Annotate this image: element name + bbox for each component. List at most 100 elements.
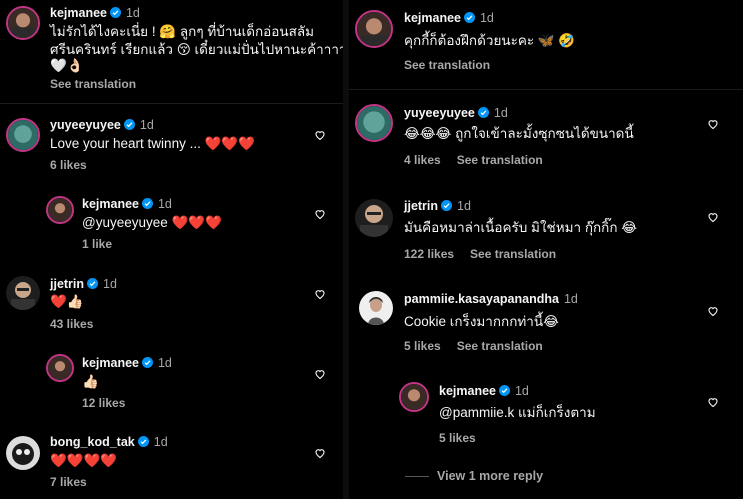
comment-username[interactable]: yuyeeyuyee xyxy=(404,106,475,120)
comment-username[interactable]: kejmanee xyxy=(82,197,139,211)
comment-username[interactable]: kejmanee xyxy=(404,11,461,25)
reply-item: kejmanee 1d @yuyeeyuyee ❤️❤️❤️ 1 like xyxy=(0,190,343,252)
avatar[interactable] xyxy=(6,118,40,152)
avatar[interactable] xyxy=(355,10,393,48)
verified-badge-icon xyxy=(477,107,489,118)
avatar-image xyxy=(6,436,40,470)
see-translation-link[interactable]: See translation xyxy=(470,247,556,261)
like-count[interactable]: 7 likes xyxy=(50,475,87,489)
like-count[interactable]: 43 likes xyxy=(50,317,93,331)
comment-text: ❤️❤️❤️❤️ xyxy=(50,453,118,468)
avatar[interactable] xyxy=(6,436,40,470)
heart-outline-icon[interactable] xyxy=(707,396,719,408)
like-count[interactable]: 5 likes xyxy=(439,431,476,445)
verified-badge-icon xyxy=(123,119,135,130)
comment-item: kejmanee 1d คุกกี้ก็ต้องฝึกด้วยนะคะ 🦋 🤣 S… xyxy=(349,0,743,86)
comment-text: @yuyeeyuyee ❤️❤️❤️ xyxy=(82,215,222,230)
see-translation-link[interactable]: See translation xyxy=(457,153,543,167)
avatar-image xyxy=(401,384,427,410)
comment-text: ❤️👍🏻 xyxy=(50,294,84,309)
comment-time[interactable]: 1d xyxy=(140,118,154,132)
heart-outline-icon[interactable] xyxy=(314,129,326,141)
comment-username[interactable]: kejmanee xyxy=(82,356,139,370)
heart-outline-icon[interactable] xyxy=(314,288,326,300)
heart-outline-icon[interactable] xyxy=(707,211,719,223)
comment-item: jjetrin 1d ❤️👍🏻 43 likes xyxy=(0,270,343,334)
thread-line xyxy=(405,476,429,478)
comment-time[interactable]: 1d xyxy=(126,6,140,20)
comment-item: pammiie.kasayapanandha 1d Cookie เกร็งมาก… xyxy=(349,282,743,358)
verified-badge-icon xyxy=(87,278,99,289)
heart-outline-icon[interactable] xyxy=(314,208,326,220)
verified-badge-icon xyxy=(441,200,453,211)
view-more-replies-label: View 1 more reply xyxy=(437,469,544,483)
comment-item: kejmanee 1d ไม่รักได้ไงคะเนี่ย ! 🤗 ลูกๆ ท… xyxy=(0,0,343,100)
comment-time[interactable]: 1d xyxy=(457,199,471,213)
comment-username[interactable]: bong_kod_tak xyxy=(50,435,135,449)
avatar-image xyxy=(8,8,38,38)
right-comments-panel: kejmanee 1d คุกกี้ก็ต้องฝึกด้วยนะคะ 🦋 🤣 S… xyxy=(349,0,743,499)
avatar[interactable] xyxy=(355,104,393,142)
see-translation-link[interactable]: See translation xyxy=(404,58,490,72)
comment-time[interactable]: 1d xyxy=(515,384,529,398)
see-translation-link[interactable]: See translation xyxy=(457,339,543,353)
comment-username[interactable]: jjetrin xyxy=(404,199,438,213)
avatar[interactable] xyxy=(46,354,74,382)
avatar[interactable] xyxy=(6,276,40,310)
comment-item: yuyeeyuyee 1d 😂😂😂 ถูกใจเข้าละมั้งซุกซนได้… xyxy=(349,96,743,172)
comment-time[interactable]: 1d xyxy=(158,356,172,370)
avatar[interactable] xyxy=(399,382,429,412)
reply-item: kejmanee 1d 👍🏻 12 likes xyxy=(0,348,343,412)
comment-text: 😂😂😂 ถูกใจเข้าละมั้งซุกซนได้ขนาดนี้ xyxy=(404,126,634,141)
heart-outline-icon[interactable] xyxy=(707,118,719,130)
avatar-image xyxy=(355,199,393,237)
like-count[interactable]: 1 like xyxy=(82,237,112,251)
avatar[interactable] xyxy=(46,196,74,224)
see-translation-link[interactable]: See translation xyxy=(50,77,136,91)
avatar[interactable] xyxy=(355,199,393,237)
comment-text: คุกกี้ก็ต้องฝึกด้วยนะคะ 🦋 🤣 xyxy=(404,33,576,48)
avatar-image xyxy=(6,276,40,310)
heart-outline-icon[interactable] xyxy=(314,447,326,459)
verified-badge-icon xyxy=(137,436,149,447)
comment-text: 👍🏻 xyxy=(82,374,99,389)
comment-username[interactable]: kejmanee xyxy=(50,6,107,20)
like-count[interactable]: 122 likes xyxy=(404,247,454,261)
verified-badge-icon xyxy=(463,12,475,23)
comment-time[interactable]: 1d xyxy=(480,11,494,25)
verified-badge-icon xyxy=(141,357,153,368)
avatar-image xyxy=(8,120,38,150)
avatar[interactable] xyxy=(359,291,393,325)
comment-text-line: ศรีนครินทร์ เรียกแล้ว 😚 เดี๋ยวแม่ปั่นไปห… xyxy=(50,42,343,57)
verified-badge-icon xyxy=(498,385,510,396)
comment-text: Cookie เกร็งมากกกท่านี้😂 xyxy=(404,314,559,329)
avatar-image xyxy=(48,198,72,222)
like-count[interactable]: 4 likes xyxy=(404,153,441,167)
comment-username[interactable]: jjetrin xyxy=(50,277,84,291)
avatar-image xyxy=(357,106,391,140)
comment-time[interactable]: 1d xyxy=(154,435,168,449)
comment-text-line: ไม่รักได้ไงคะเนี่ย ! 🤗 ลูกๆ ที่บ้านเด็กอ… xyxy=(50,24,315,39)
avatar-image xyxy=(357,12,391,46)
avatar[interactable] xyxy=(6,6,40,40)
comment-time[interactable]: 1d xyxy=(494,106,508,120)
heart-outline-icon[interactable] xyxy=(314,368,326,380)
view-more-replies-button[interactable]: View 1 more reply xyxy=(405,469,543,483)
comment-time[interactable]: 1d xyxy=(103,277,117,291)
comment-username[interactable]: yuyeeyuyee xyxy=(50,118,121,132)
like-count[interactable]: 6 likes xyxy=(50,158,87,172)
comment-text: @pammiie.k แม่ก็เกร็งตาม xyxy=(439,405,596,420)
comment-username[interactable]: kejmanee xyxy=(439,384,496,398)
comment-time[interactable]: 1d xyxy=(564,292,578,306)
verified-badge-icon xyxy=(141,198,153,209)
heart-outline-icon[interactable] xyxy=(707,305,719,317)
reply-item: kejmanee 1d @pammiie.k แม่ก็เกร็งตาม 5 li… xyxy=(349,374,743,450)
comment-time[interactable]: 1d xyxy=(158,197,172,211)
like-count[interactable]: 5 likes xyxy=(404,339,441,353)
like-count[interactable]: 12 likes xyxy=(82,396,125,410)
comment-text: Love your heart twinny ... ❤️❤️❤️ xyxy=(50,136,256,151)
left-comments-panel: kejmanee 1d ไม่รักได้ไงคะเนี่ย ! 🤗 ลูกๆ ท… xyxy=(0,0,343,499)
verified-badge-icon xyxy=(109,7,121,18)
comment-item: jjetrin 1d มันคือหมาล่าเนื้อครับ มิใช่หมา… xyxy=(349,190,743,266)
comment-username[interactable]: pammiie.kasayapanandha xyxy=(404,292,559,306)
